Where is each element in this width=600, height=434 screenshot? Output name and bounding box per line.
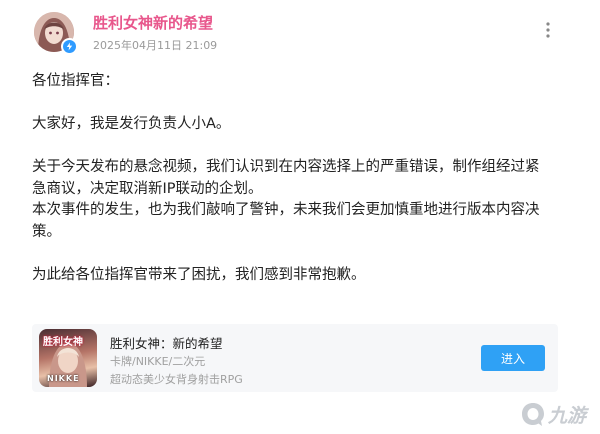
- game-icon-logo: 胜利女神: [43, 337, 83, 348]
- more-options-icon[interactable]: [538, 20, 558, 40]
- post-paragraph-statement: 关于今天发布的悬念视频，我们认识到在内容选择上的严重错误，制作组经过紧 急商议，…: [32, 159, 540, 240]
- post-timestamp: 2025年04月11日 21:09: [93, 39, 218, 52]
- watermark-logo-icon: [522, 403, 544, 426]
- game-title[interactable]: 胜利女神：新的希望: [110, 333, 223, 352]
- watermark-text: 九游: [548, 404, 587, 427]
- game-card[interactable]: 胜利女神 NIKKE 胜利女神：新的希望 卡牌/NIKKE/二次元 超动态美少女…: [32, 324, 558, 392]
- post-paragraph-apology: 为此给各位指挥官带来了困扰，我们感到非常抱歉。: [32, 266, 366, 283]
- enter-button[interactable]: 进入: [481, 345, 545, 371]
- post-paragraph-greeting: 各位指挥官：: [32, 73, 119, 89]
- game-icon-logo-sub: NIKKE: [47, 374, 80, 383]
- game-tags: 卡牌/NIKKE/二次元: [110, 355, 206, 368]
- verified-badge-icon: [61, 38, 78, 55]
- site-watermark: 九游: [520, 398, 596, 430]
- post-paragraph-intro: 大家好，我是发行负责人小A。: [32, 116, 231, 132]
- game-description: 超动态美少女背身射击RPG: [110, 373, 243, 386]
- game-icon[interactable]: 胜利女神 NIKKE: [39, 329, 97, 387]
- post-body: 各位指挥官： 大家好，我是发行负责人小A。 关于今天发布的悬念视频，我们认识到在…: [32, 71, 562, 286]
- author-name[interactable]: 胜利女神新的希望: [93, 12, 213, 33]
